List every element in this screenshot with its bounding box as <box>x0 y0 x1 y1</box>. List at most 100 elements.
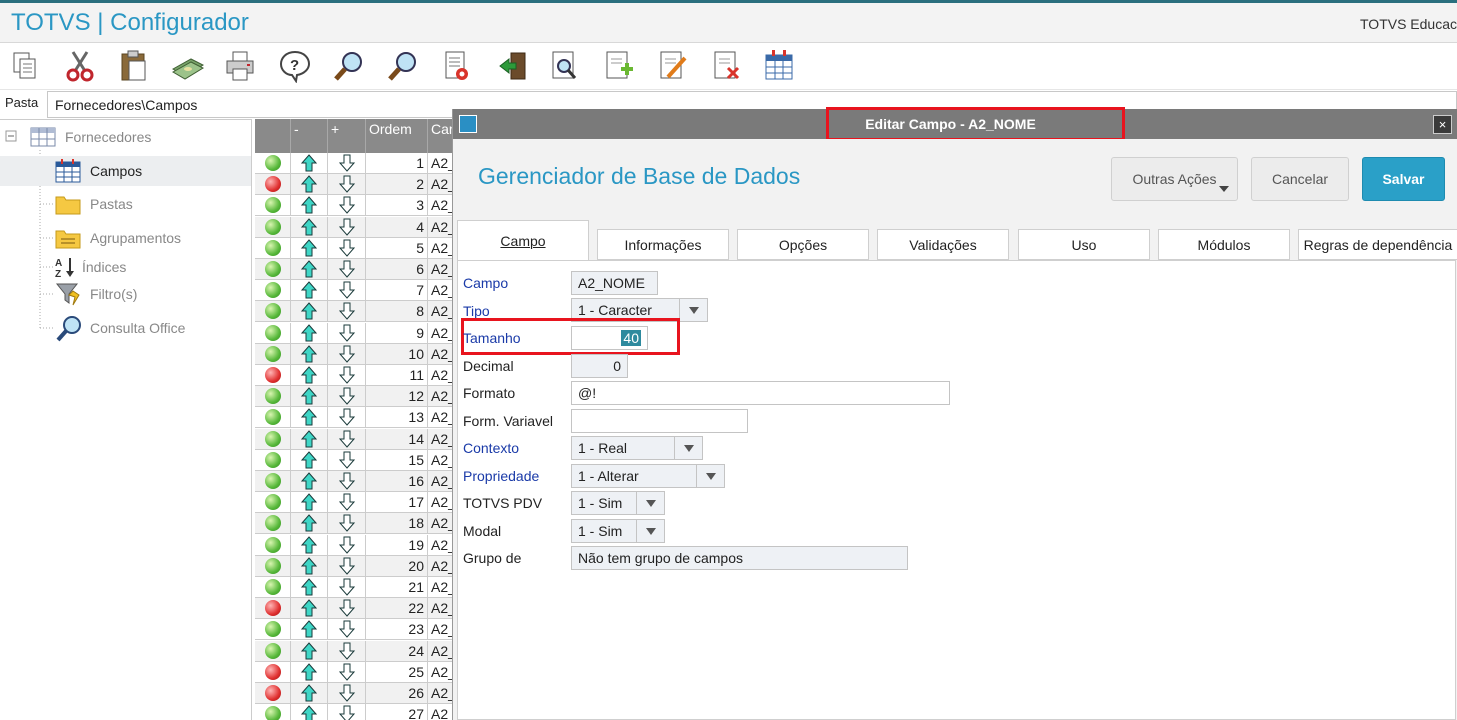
close-icon[interactable]: × <box>1433 115 1452 134</box>
table-row[interactable]: 19 A2_ <box>255 534 455 556</box>
table-row[interactable]: 6 A2_ <box>255 259 455 280</box>
table-row[interactable]: 14 A2_ <box>255 428 455 450</box>
move-up-icon[interactable] <box>291 259 328 279</box>
move-up-icon[interactable] <box>291 471 328 491</box>
table-row[interactable]: 16 A2_ <box>255 471 455 492</box>
move-up-icon[interactable] <box>291 216 328 237</box>
move-up-icon[interactable] <box>291 322 328 343</box>
tree-item-fornecedores[interactable]: Fornecedores <box>30 122 151 152</box>
table-row[interactable]: 3 A2_ <box>255 195 455 217</box>
move-down-icon[interactable] <box>328 577 366 597</box>
exit-icon[interactable] <box>497 49 531 83</box>
move-down-icon[interactable] <box>328 322 366 343</box>
table-row[interactable]: 18 A2_ <box>255 513 455 535</box>
grid-header-campo[interactable]: Car <box>428 119 455 153</box>
move-up-icon[interactable] <box>291 683 328 703</box>
table-row[interactable]: 15 A2_ <box>255 449 455 471</box>
move-down-icon[interactable] <box>328 513 366 534</box>
grid-header-ordem[interactable]: Ordem <box>366 119 428 153</box>
decimal-field[interactable]: 0 <box>571 354 628 378</box>
propriedade-select[interactable]: 1 - Alterar <box>571 464 725 488</box>
grid-header-plus[interactable]: + <box>328 119 366 153</box>
copy-icon[interactable] <box>8 49 42 83</box>
preview-icon[interactable] <box>548 49 582 83</box>
move-down-icon[interactable] <box>328 237 366 258</box>
move-up-icon[interactable] <box>291 577 328 597</box>
tree-item-agrupamentos[interactable]: Agrupamentos <box>55 223 181 253</box>
move-up-icon[interactable] <box>291 449 328 470</box>
move-down-icon[interactable] <box>328 492 366 513</box>
table-row[interactable]: 17 A2_ <box>255 492 455 514</box>
table-row[interactable]: 9 A2_ <box>255 322 455 344</box>
totvs-pdv-select[interactable]: 1 - Sim <box>571 491 665 515</box>
table-row[interactable]: 12 A2_ <box>255 386 455 408</box>
delete-document-icon[interactable] <box>710 49 744 83</box>
table-row[interactable]: 22 A2_ <box>255 598 455 620</box>
table-row[interactable]: 13 A2_ <box>255 407 455 429</box>
table-row[interactable]: 23 A2_ <box>255 619 455 641</box>
move-down-icon[interactable] <box>328 343 366 364</box>
money-icon[interactable] <box>171 49 205 83</box>
move-down-icon[interactable] <box>328 619 366 640</box>
move-down-icon[interactable] <box>328 407 366 428</box>
move-down-icon[interactable] <box>328 555 366 576</box>
table-row[interactable]: 10 A2_ <box>255 343 455 365</box>
search-icon[interactable] <box>332 49 366 83</box>
table-icon[interactable] <box>762 49 796 83</box>
move-down-icon[interactable] <box>328 683 366 703</box>
outras-acoes-button[interactable]: Outras Ações <box>1111 157 1238 201</box>
campo-field[interactable]: A2_NOME <box>571 271 658 295</box>
table-row[interactable]: 26 A2_ <box>255 683 455 704</box>
cut-icon[interactable] <box>63 49 97 83</box>
grid-header-minus[interactable]: - <box>291 119 328 153</box>
edit-record-icon[interactable] <box>440 49 474 83</box>
move-up-icon[interactable] <box>291 386 328 407</box>
table-row[interactable]: 2 A2_ <box>255 174 455 196</box>
move-down-icon[interactable] <box>328 280 366 301</box>
grid-header-status[interactable] <box>255 119 291 153</box>
move-down-icon[interactable] <box>328 386 366 407</box>
move-down-icon[interactable] <box>328 153 366 173</box>
move-down-icon[interactable] <box>328 301 366 322</box>
move-down-icon[interactable] <box>328 598 366 619</box>
move-up-icon[interactable] <box>291 704 328 720</box>
table-row[interactable]: 11 A2_ <box>255 365 455 386</box>
move-down-icon[interactable] <box>328 365 366 385</box>
print-icon[interactable] <box>224 49 258 83</box>
table-row[interactable]: 5 A2_ <box>255 237 455 259</box>
table-row[interactable]: 1 A2_ <box>255 153 455 174</box>
formato-field[interactable]: @! <box>571 381 950 405</box>
move-up-icon[interactable] <box>291 407 328 428</box>
table-row[interactable]: 25 A2_ <box>255 661 455 683</box>
move-up-icon[interactable] <box>291 492 328 513</box>
move-up-icon[interactable] <box>291 619 328 640</box>
move-down-icon[interactable] <box>328 471 366 491</box>
new-document-icon[interactable] <box>602 49 636 83</box>
move-down-icon[interactable] <box>328 259 366 279</box>
tab-regras-dependencia[interactable]: Regras de dependência <box>1298 229 1457 260</box>
table-row[interactable]: 8 A2_ <box>255 301 455 323</box>
tree-item-filtros[interactable]: Filtro(s) <box>55 279 137 309</box>
cancel-button[interactable]: Cancelar <box>1251 157 1349 201</box>
table-row[interactable]: 4 A2_ <box>255 216 455 238</box>
move-down-icon[interactable] <box>328 704 366 720</box>
tree-item-pastas[interactable]: Pastas <box>55 189 133 219</box>
tab-uso[interactable]: Uso <box>1018 229 1150 260</box>
move-up-icon[interactable] <box>291 280 328 301</box>
table-row[interactable]: 27 A2_ <box>255 704 455 720</box>
tab-validacoes[interactable]: Validações <box>877 229 1009 260</box>
edit-document-icon[interactable] <box>656 49 690 83</box>
move-up-icon[interactable] <box>291 640 328 661</box>
tab-modulos[interactable]: Módulos <box>1158 229 1290 260</box>
form-variavel-field[interactable] <box>571 409 748 433</box>
tree-item-indices[interactable]: AZ Índices <box>55 252 126 282</box>
move-down-icon[interactable] <box>328 449 366 470</box>
move-up-icon[interactable] <box>291 343 328 364</box>
tab-campo[interactable]: Campo <box>457 220 589 260</box>
tab-informacoes[interactable]: Informações <box>597 229 729 260</box>
move-up-icon[interactable] <box>291 661 328 682</box>
grupo-field[interactable]: Não tem grupo de campos <box>571 546 908 570</box>
move-up-icon[interactable] <box>291 428 328 449</box>
move-down-icon[interactable] <box>328 534 366 555</box>
modal-select[interactable]: 1 - Sim <box>571 519 665 543</box>
